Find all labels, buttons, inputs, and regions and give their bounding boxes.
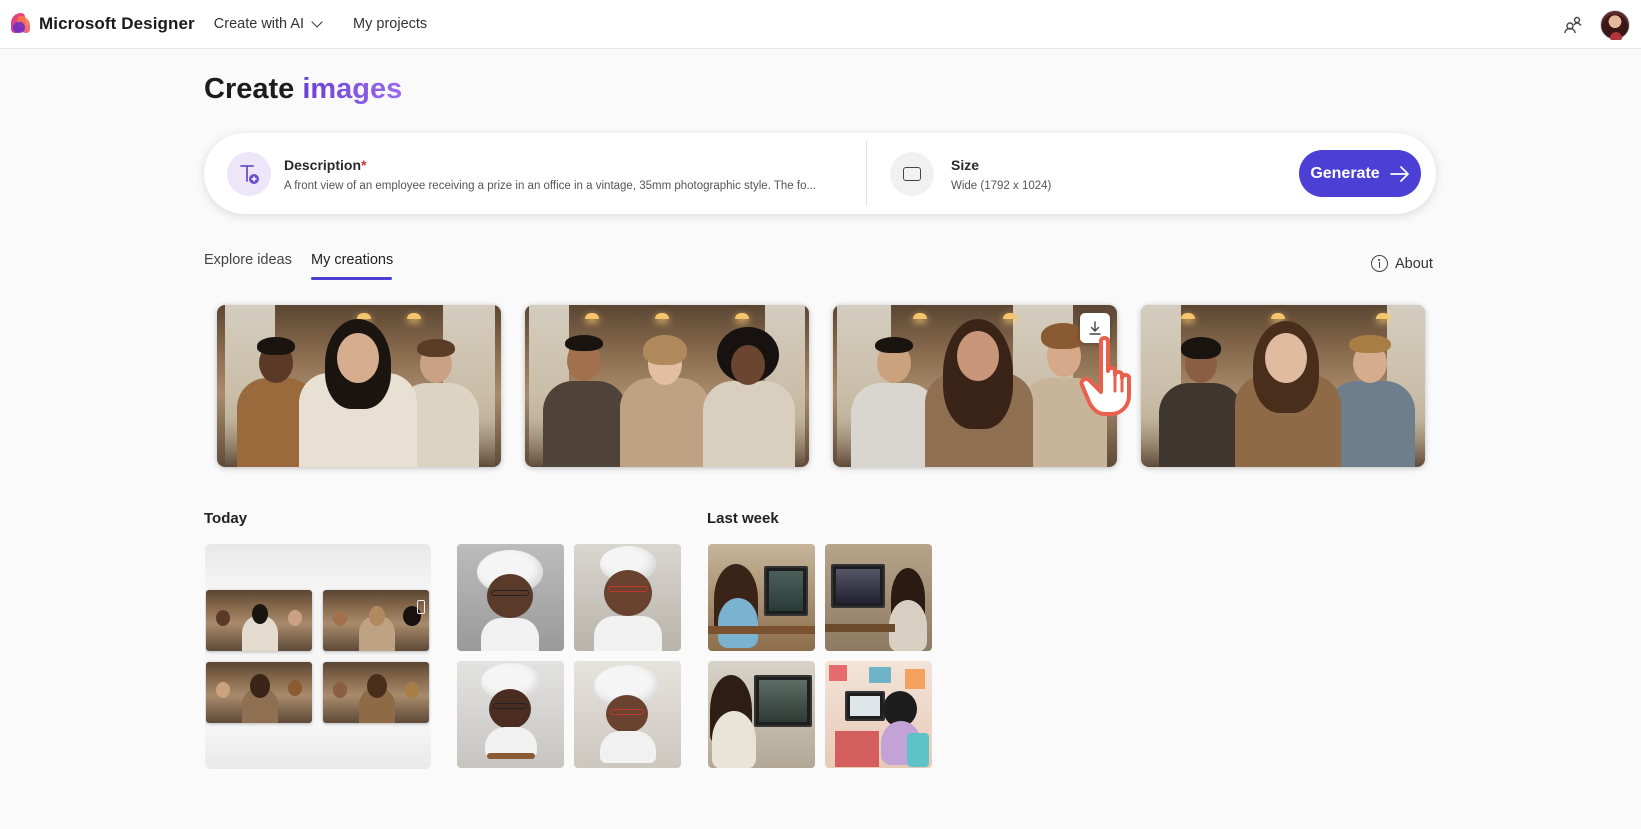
desk-image-3[interactable] [708, 661, 815, 768]
generate-button[interactable]: Generate [1299, 150, 1421, 197]
chef-image-4[interactable] [574, 661, 681, 768]
required-mark: * [361, 157, 367, 173]
result-image-2[interactable] [525, 305, 809, 467]
about-label: About [1395, 255, 1433, 272]
page-title: Create images [204, 73, 402, 106]
top-navigation-bar: Microsoft Designer Create with AI My pro… [0, 0, 1641, 49]
page-title-accent: images [302, 73, 403, 105]
tab-explore-ideas[interactable]: Explore ideas [204, 252, 292, 268]
nav-create-with-ai-label: Create with AI [213, 16, 305, 32]
pointer-hand-cursor-icon [1079, 336, 1131, 416]
result-image-3[interactable] [833, 305, 1117, 467]
prompt-card: Description* A front view of an employee… [204, 133, 1436, 214]
nav-my-projects[interactable]: My projects [353, 16, 427, 32]
brand[interactable]: Microsoft Designer [11, 13, 195, 35]
desk-image-2[interactable] [825, 544, 932, 651]
description-input[interactable]: A front view of an employee receiving a … [284, 180, 844, 192]
chef-image-2[interactable] [574, 544, 681, 651]
size-select[interactable]: Wide (1792 x 1024) [951, 180, 1051, 192]
user-avatar[interactable] [1600, 10, 1630, 40]
nav-my-projects-label: My projects [353, 16, 428, 32]
info-icon [1371, 255, 1388, 272]
active-tab-indicator [311, 277, 392, 280]
page-title-text: Create [204, 73, 303, 105]
app-name: Microsoft Designer [39, 14, 195, 33]
group-title-today: Today [204, 510, 248, 527]
chef-image-3[interactable] [457, 661, 564, 768]
result-image-4[interactable] [1141, 305, 1425, 467]
chef-image-1[interactable] [457, 544, 564, 651]
collage-thumb-3 [206, 662, 312, 723]
prompt-divider [866, 141, 867, 206]
share-people-icon[interactable] [1563, 15, 1583, 35]
collage-thumb-1 [206, 590, 312, 651]
description-label-text: Description [284, 157, 362, 173]
nav-create-with-ai[interactable]: Create with AI [213, 15, 323, 32]
description-label: Description* [284, 157, 366, 173]
tab-my-creations[interactable]: My creations [311, 252, 393, 268]
desk-image-4[interactable] [825, 661, 932, 768]
about-button[interactable]: About [1371, 255, 1433, 272]
collage-thumb-4 [323, 662, 429, 723]
desk-image-1[interactable] [708, 544, 815, 651]
text-add-icon [227, 152, 271, 196]
group-title-last-week: Last week [707, 510, 779, 527]
chevron-down-icon [311, 15, 323, 28]
result-image-1[interactable] [217, 305, 501, 467]
generate-button-label: Generate [1310, 164, 1380, 182]
designer-logo-icon [11, 13, 31, 35]
collage-thumb-2 [323, 590, 429, 651]
today-collage[interactable] [205, 544, 431, 769]
arrow-right-icon [1389, 165, 1409, 182]
size-label: Size [951, 157, 980, 173]
aspect-ratio-icon[interactable] [890, 152, 934, 196]
